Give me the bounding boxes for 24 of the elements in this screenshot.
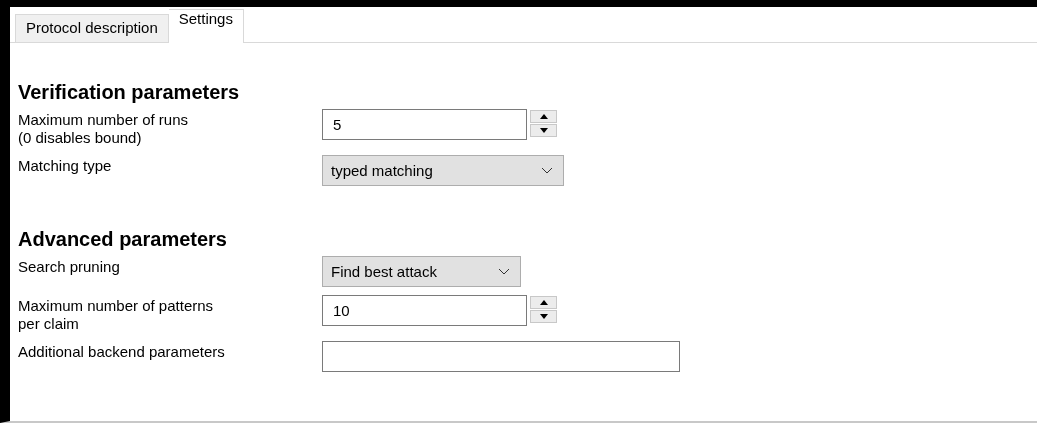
section-heading: Verification parameters <box>18 80 241 105</box>
down-arrow-icon <box>539 128 548 133</box>
chevron-down-icon <box>498 268 510 275</box>
number-field[interactable]: 5 <box>322 109 527 140</box>
tab[interactable]: Settings <box>168 9 244 43</box>
field-label: Maximum number of patterns per claim <box>18 296 215 333</box>
increment-button[interactable] <box>530 296 557 309</box>
field-label: Matching type <box>18 156 113 175</box>
dropdown[interactable]: typed matching <box>322 155 564 186</box>
field-label: Maximum number of runs (0 disables bound) <box>18 110 190 147</box>
decrement-button[interactable] <box>530 124 557 137</box>
increment-button[interactable] <box>530 110 557 123</box>
tab[interactable]: Protocol description <box>15 14 169 42</box>
section-heading: Advanced parameters <box>18 227 228 252</box>
down-arrow-icon <box>539 314 548 319</box>
field-label: Additional backend parameters <box>18 342 226 361</box>
decrement-button[interactable] <box>530 310 557 323</box>
number-field[interactable]: 10 <box>322 295 527 326</box>
text-field[interactable] <box>322 341 680 372</box>
dropdown[interactable]: Find best attack <box>322 256 521 287</box>
up-arrow-icon <box>539 114 548 119</box>
chevron-down-icon <box>541 167 553 174</box>
up-arrow-icon <box>539 300 548 305</box>
field-label: Search pruning <box>18 257 121 276</box>
